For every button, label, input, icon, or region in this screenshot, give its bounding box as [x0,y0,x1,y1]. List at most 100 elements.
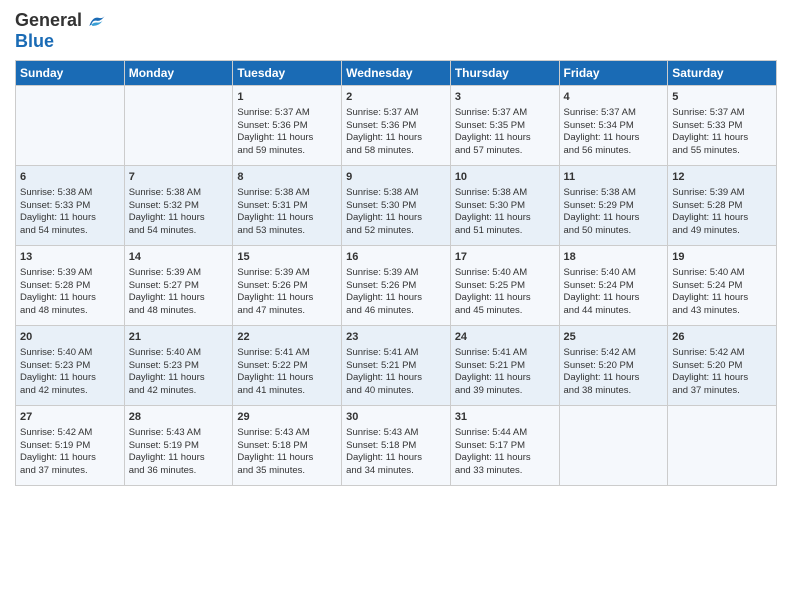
calendar-cell: 30 Sunrise: 5:43 AMSunset: 5:18 PMDayligh… [342,406,451,486]
calendar-cell: 3Sunrise: 5:37 AMSunset: 5:35 PMDaylight… [450,86,559,166]
day-info: Sunrise: 5:42 AMSunset: 5:19 PMDaylight:… [20,427,120,478]
day-number: 8 [237,170,337,185]
logo-bird-icon [86,11,106,31]
day-info: Sunrise: 5:40 AMSunset: 5:23 PMDaylight:… [20,347,120,398]
day-number: 26 [672,330,772,345]
day-number: 16 [346,250,446,265]
day-number: 23 [346,330,446,345]
calendar-cell: 12Sunrise: 5:39 AMSunset: 5:28 PMDayligh… [668,166,777,246]
calendar-week-row: 20 Sunrise: 5:40 AMSunset: 5:23 PMDayligh… [16,326,777,406]
day-info: Sunrise: 5:37 AMSunset: 5:36 PMDaylight:… [237,107,337,158]
day-info: Sunrise: 5:41 AMSunset: 5:21 PMDaylight:… [346,347,446,398]
calendar-cell: 6 Sunrise: 5:38 AMSunset: 5:33 PMDaylight… [16,166,125,246]
day-info: Sunrise: 5:38 AMSunset: 5:30 PMDaylight:… [455,187,555,238]
day-info: Sunrise: 5:39 AMSunset: 5:28 PMDaylight:… [20,267,120,318]
day-info: Sunrise: 5:37 AMSunset: 5:33 PMDaylight:… [672,107,772,158]
calendar-cell: 4Sunrise: 5:37 AMSunset: 5:34 PMDaylight… [559,86,668,166]
header: General Blue [15,10,777,52]
day-info: Sunrise: 5:41 AMSunset: 5:22 PMDaylight:… [237,347,337,398]
day-number: 19 [672,250,772,265]
day-number: 6 [20,170,120,185]
calendar-cell: 29Sunrise: 5:43 AMSunset: 5:18 PMDayligh… [233,406,342,486]
calendar-cell: 25Sunrise: 5:42 AMSunset: 5:20 PMDayligh… [559,326,668,406]
day-number: 20 [20,330,120,345]
day-number: 7 [129,170,229,185]
calendar-cell: 20 Sunrise: 5:40 AMSunset: 5:23 PMDayligh… [16,326,125,406]
calendar-week-row: 6 Sunrise: 5:38 AMSunset: 5:33 PMDaylight… [16,166,777,246]
calendar-cell: 24Sunrise: 5:41 AMSunset: 5:21 PMDayligh… [450,326,559,406]
calendar-cell: 2Sunrise: 5:37 AMSunset: 5:36 PMDaylight… [342,86,451,166]
calendar-cell: 8 Sunrise: 5:38 AMSunset: 5:31 PMDaylight… [233,166,342,246]
weekday-header-sunday: Sunday [16,61,125,86]
weekday-header-friday: Friday [559,61,668,86]
day-number: 28 [129,410,229,425]
day-number: 24 [455,330,555,345]
day-info: Sunrise: 5:44 AMSunset: 5:17 PMDaylight:… [455,427,555,478]
page: General Blue SundayMondayTuesdayWednesda… [0,0,792,612]
day-number: 11 [564,170,664,185]
day-info: Sunrise: 5:39 AMSunset: 5:26 PMDaylight:… [346,267,446,318]
calendar-cell: 26 Sunrise: 5:42 AMSunset: 5:20 PMDayligh… [668,326,777,406]
calendar-cell: 1 Sunrise: 5:37 AMSunset: 5:36 PMDaylight… [233,86,342,166]
calendar-cell: 16 Sunrise: 5:39 AMSunset: 5:26 PMDayligh… [342,246,451,326]
day-info: Sunrise: 5:40 AMSunset: 5:25 PMDaylight:… [455,267,555,318]
day-number: 22 [237,330,337,345]
calendar-cell [559,406,668,486]
day-info: Sunrise: 5:38 AMSunset: 5:31 PMDaylight:… [237,187,337,238]
calendar-week-row: 1 Sunrise: 5:37 AMSunset: 5:36 PMDaylight… [16,86,777,166]
calendar-cell [668,406,777,486]
calendar-cell [16,86,125,166]
day-number: 31 [455,410,555,425]
day-number: 3 [455,90,555,105]
weekday-header-wednesday: Wednesday [342,61,451,86]
calendar-cell: 28 Sunrise: 5:43 AMSunset: 5:19 PMDayligh… [124,406,233,486]
calendar-cell: 21 Sunrise: 5:40 AMSunset: 5:23 PMDayligh… [124,326,233,406]
day-info: Sunrise: 5:38 AMSunset: 5:32 PMDaylight:… [129,187,229,238]
day-info: Sunrise: 5:39 AMSunset: 5:26 PMDaylight:… [237,267,337,318]
day-info: Sunrise: 5:38 AMSunset: 5:29 PMDaylight:… [564,187,664,238]
day-info: Sunrise: 5:43 AMSunset: 5:18 PMDaylight:… [237,427,337,478]
calendar-table: SundayMondayTuesdayWednesdayThursdayFrid… [15,60,777,486]
day-number: 17 [455,250,555,265]
day-info: Sunrise: 5:38 AMSunset: 5:30 PMDaylight:… [346,187,446,238]
calendar-week-row: 13 Sunrise: 5:39 AMSunset: 5:28 PMDayligh… [16,246,777,326]
weekday-header-monday: Monday [124,61,233,86]
day-info: Sunrise: 5:40 AMSunset: 5:24 PMDaylight:… [564,267,664,318]
weekday-header-thursday: Thursday [450,61,559,86]
calendar-cell: 9 Sunrise: 5:38 AMSunset: 5:30 PMDaylight… [342,166,451,246]
calendar-cell: 18 Sunrise: 5:40 AMSunset: 5:24 PMDayligh… [559,246,668,326]
calendar-cell: 15 Sunrise: 5:39 AMSunset: 5:26 PMDayligh… [233,246,342,326]
calendar-cell: 19 Sunrise: 5:40 AMSunset: 5:24 PMDayligh… [668,246,777,326]
day-info: Sunrise: 5:40 AMSunset: 5:23 PMDaylight:… [129,347,229,398]
day-number: 15 [237,250,337,265]
day-info: Sunrise: 5:37 AMSunset: 5:34 PMDaylight:… [564,107,664,158]
day-number: 9 [346,170,446,185]
day-number: 21 [129,330,229,345]
day-number: 14 [129,250,229,265]
calendar-cell: 5 Sunrise: 5:37 AMSunset: 5:33 PMDaylight… [668,86,777,166]
day-info: Sunrise: 5:42 AMSunset: 5:20 PMDaylight:… [672,347,772,398]
calendar-cell: 22 Sunrise: 5:41 AMSunset: 5:22 PMDayligh… [233,326,342,406]
day-info: Sunrise: 5:39 AMSunset: 5:28 PMDaylight:… [672,187,772,238]
calendar-cell: 31 Sunrise: 5:44 AMSunset: 5:17 PMDayligh… [450,406,559,486]
day-info: Sunrise: 5:43 AMSunset: 5:18 PMDaylight:… [346,427,446,478]
day-number: 18 [564,250,664,265]
calendar-cell: 13 Sunrise: 5:39 AMSunset: 5:28 PMDayligh… [16,246,125,326]
day-number: 30 [346,410,446,425]
day-info: Sunrise: 5:40 AMSunset: 5:24 PMDaylight:… [672,267,772,318]
day-info: Sunrise: 5:39 AMSunset: 5:27 PMDaylight:… [129,267,229,318]
day-number: 13 [20,250,120,265]
logo: General Blue [15,10,106,52]
day-number: 5 [672,90,772,105]
logo-general-text: General [15,10,82,31]
day-number: 27 [20,410,120,425]
day-info: Sunrise: 5:38 AMSunset: 5:33 PMDaylight:… [20,187,120,238]
calendar-cell: 11 Sunrise: 5:38 AMSunset: 5:29 PMDayligh… [559,166,668,246]
day-info: Sunrise: 5:43 AMSunset: 5:19 PMDaylight:… [129,427,229,478]
weekday-header-row: SundayMondayTuesdayWednesdayThursdayFrid… [16,61,777,86]
weekday-header-saturday: Saturday [668,61,777,86]
calendar-cell: 7 Sunrise: 5:38 AMSunset: 5:32 PMDaylight… [124,166,233,246]
calendar-cell: 17 Sunrise: 5:40 AMSunset: 5:25 PMDayligh… [450,246,559,326]
day-info: Sunrise: 5:37 AMSunset: 5:36 PMDaylight:… [346,107,446,158]
day-number: 1 [237,90,337,105]
